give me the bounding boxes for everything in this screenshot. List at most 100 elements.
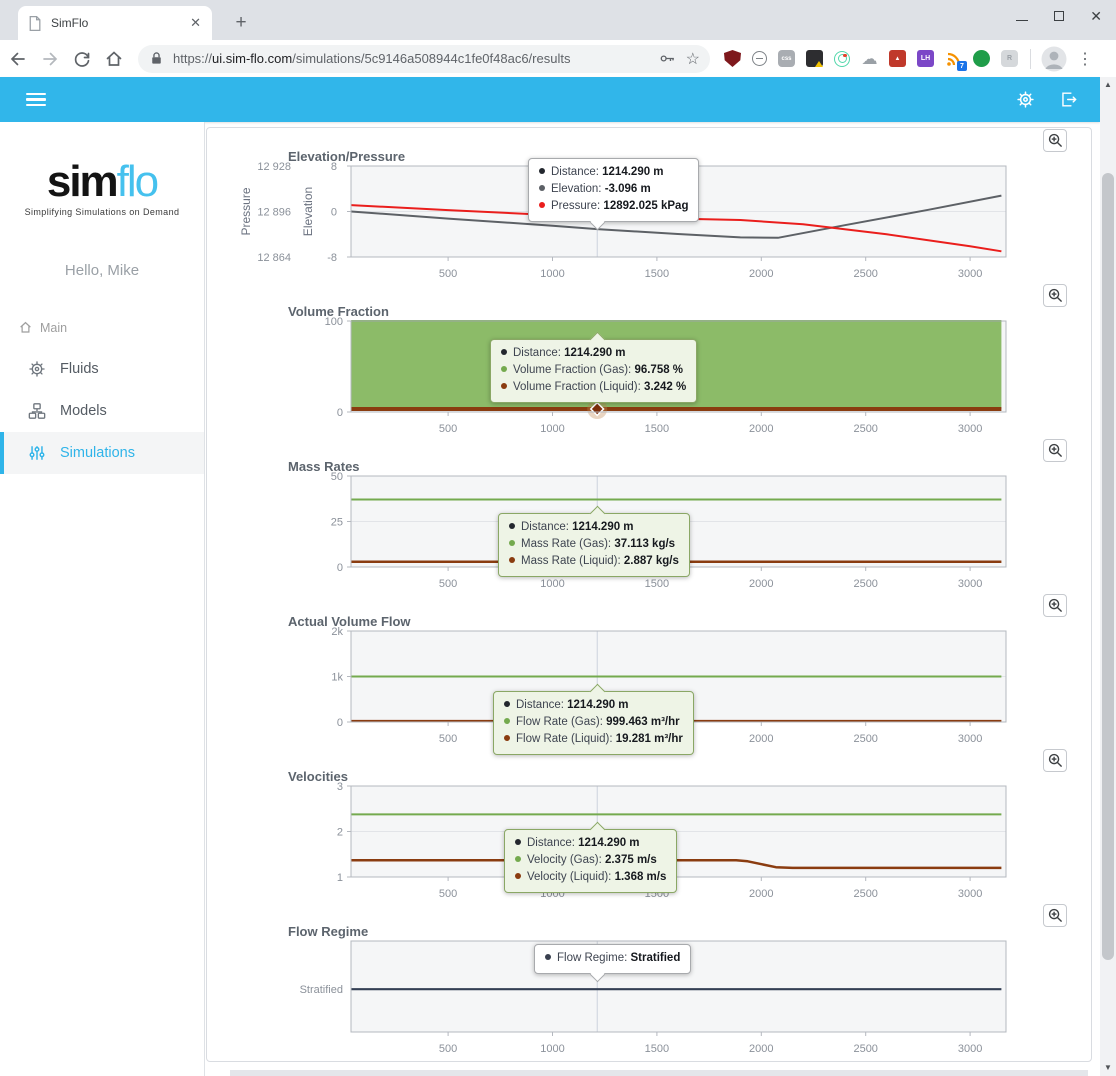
magnifier-plus-icon	[1047, 752, 1064, 769]
lock-icon	[148, 50, 165, 67]
svg-text:0: 0	[331, 207, 337, 219]
tooltip-row: Distance: 1214.290 m	[501, 345, 686, 362]
back-button[interactable]	[4, 45, 32, 73]
svg-text:2000: 2000	[749, 1043, 773, 1055]
svg-text:2k: 2k	[331, 626, 343, 638]
tooltip-row: Distance: 1214.290 m	[539, 164, 688, 181]
url-host: ui.sim-flo.com	[212, 51, 292, 66]
chart-tooltip: Distance: 1214.290 mMass Rate (Gas): 37.…	[498, 513, 690, 577]
series-dot-icon	[515, 873, 521, 879]
svg-text:Stratified: Stratified	[300, 984, 343, 996]
tab-close-icon[interactable]: ✕	[187, 15, 204, 31]
series-dot-icon	[539, 202, 545, 208]
browser-tab[interactable]: SimFlo ✕	[18, 6, 212, 40]
window-close-button[interactable]: ✕	[1090, 9, 1102, 23]
address-bar[interactable]: https://ui.sim-flo.com/simulations/5c914…	[138, 45, 710, 73]
scroll-down-arrow[interactable]: ▼	[1100, 1060, 1116, 1076]
forward-arrow-icon	[40, 49, 60, 69]
app-top-bar	[0, 77, 1100, 122]
toolbar-separator	[1030, 49, 1031, 69]
url-text[interactable]: https://ui.sim-flo.com/simulations/5c914…	[173, 51, 659, 66]
svg-text:2000: 2000	[749, 888, 773, 900]
svg-text:1: 1	[337, 872, 343, 884]
series-dot-icon	[504, 718, 510, 724]
svg-text:1500: 1500	[645, 578, 669, 590]
svg-text:12 896: 12 896	[257, 207, 291, 219]
new-tab-button[interactable]: +	[228, 10, 254, 36]
sidebar-item-models[interactable]: Models	[0, 390, 204, 432]
svg-text:1000: 1000	[540, 1043, 564, 1055]
chart-tooltip: Flow Regime: Stratified	[534, 944, 691, 974]
window-minimize-button[interactable]	[1016, 9, 1028, 23]
svg-text:2500: 2500	[853, 888, 877, 900]
svg-text:3000: 3000	[958, 423, 982, 435]
tooltip-row: Velocity (Liquid): 1.368 m/s	[515, 869, 666, 886]
reader-extension-icon[interactable]: R	[1001, 50, 1018, 67]
sidebar-item-label: Models	[60, 403, 107, 419]
series-dot-icon	[501, 349, 507, 355]
svg-text:0: 0	[337, 562, 343, 574]
zoom-in-chart-button[interactable]	[1043, 439, 1067, 462]
svg-text:50: 50	[331, 471, 343, 483]
zoom-in-chart-button[interactable]	[1043, 904, 1067, 927]
scroll-up-arrow[interactable]: ▲	[1100, 77, 1116, 93]
ublock-origin-extension-icon[interactable]	[724, 50, 741, 67]
results-card: Elevation/Pressure5001000150020002500300…	[206, 127, 1092, 1062]
bookmark-star-icon[interactable]: ☆	[686, 49, 700, 69]
forward-button[interactable]	[36, 45, 64, 73]
tooltip-row: Flow Regime: Stratified	[545, 950, 680, 967]
magnifier-plus-icon	[1047, 132, 1064, 149]
svg-text:1000: 1000	[540, 578, 564, 590]
zoom-in-chart-button[interactable]	[1043, 129, 1067, 152]
adobe-acrobat-extension-icon[interactable]: ▲	[889, 50, 906, 67]
chart-tooltip: Distance: 1214.290 mVolume Fraction (Gas…	[490, 339, 697, 403]
tooltip-row: Volume Fraction (Liquid): 3.242 %	[501, 379, 686, 396]
series-dot-icon	[515, 839, 521, 845]
svg-text:2500: 2500	[853, 268, 877, 280]
reload-button[interactable]	[68, 45, 96, 73]
zoom-in-chart-button[interactable]	[1043, 284, 1067, 307]
target-rings-extension-icon[interactable]	[834, 51, 850, 67]
magnifier-plus-icon	[1047, 287, 1064, 304]
zoom-in-chart-button[interactable]	[1043, 594, 1067, 617]
sidebar-item-fluids[interactable]: Fluids	[0, 348, 204, 390]
svg-text:500: 500	[439, 888, 457, 900]
chart-block-volume-fraction: Volume Fraction5001000150020002500300010…	[207, 284, 1091, 439]
sidebar-item-simulations[interactable]: Simulations	[0, 432, 204, 474]
tab-title: SimFlo	[51, 16, 187, 30]
sidebar: simflo Simplifying Simulations on Demand…	[0, 122, 205, 1076]
logout-icon[interactable]	[1059, 90, 1078, 109]
home-button[interactable]	[100, 45, 128, 73]
reload-icon	[72, 49, 92, 69]
browser-menu-icon[interactable]: ⋮	[1075, 49, 1095, 69]
scrollbar-thumb[interactable]	[1102, 173, 1114, 960]
svg-text:100: 100	[325, 316, 343, 328]
series-dot-icon	[504, 735, 510, 741]
model-tree-icon	[28, 402, 46, 420]
settings-gear-icon[interactable]	[1016, 90, 1035, 109]
rss-feed-extension-icon[interactable]: 7	[945, 50, 962, 67]
menu-hamburger-icon[interactable]	[26, 89, 46, 110]
dark-grid-extension-icon[interactable]	[806, 50, 823, 67]
cloud-extension-icon[interactable]: ☁	[861, 50, 878, 67]
extension-badge: 7	[957, 61, 967, 71]
series-dot-icon	[509, 540, 515, 546]
password-key-icon[interactable]	[659, 50, 676, 67]
profile-avatar[interactable]	[1041, 46, 1067, 72]
svg-text:500: 500	[439, 423, 457, 435]
zoom-in-chart-button[interactable]	[1043, 749, 1067, 772]
svg-text:3000: 3000	[958, 1043, 982, 1055]
home-icon	[18, 320, 33, 335]
svg-text:12 864: 12 864	[257, 252, 291, 264]
series-dot-icon	[539, 168, 545, 174]
css-extension-icon[interactable]: css	[778, 50, 795, 67]
lighthouse-extension-icon[interactable]: LH	[917, 50, 934, 67]
back-arrow-icon	[8, 49, 28, 69]
page-scrollbar[interactable]: ▲ ▼	[1100, 77, 1116, 1076]
tooltip-row: Distance: 1214.290 m	[515, 835, 666, 852]
svg-text:2500: 2500	[853, 1043, 877, 1055]
privacy-ring-extension-icon[interactable]	[752, 51, 767, 66]
window-controls: ✕	[1016, 0, 1108, 32]
window-maximize-button[interactable]	[1054, 9, 1064, 23]
green-dot-extension-icon[interactable]	[973, 50, 990, 67]
